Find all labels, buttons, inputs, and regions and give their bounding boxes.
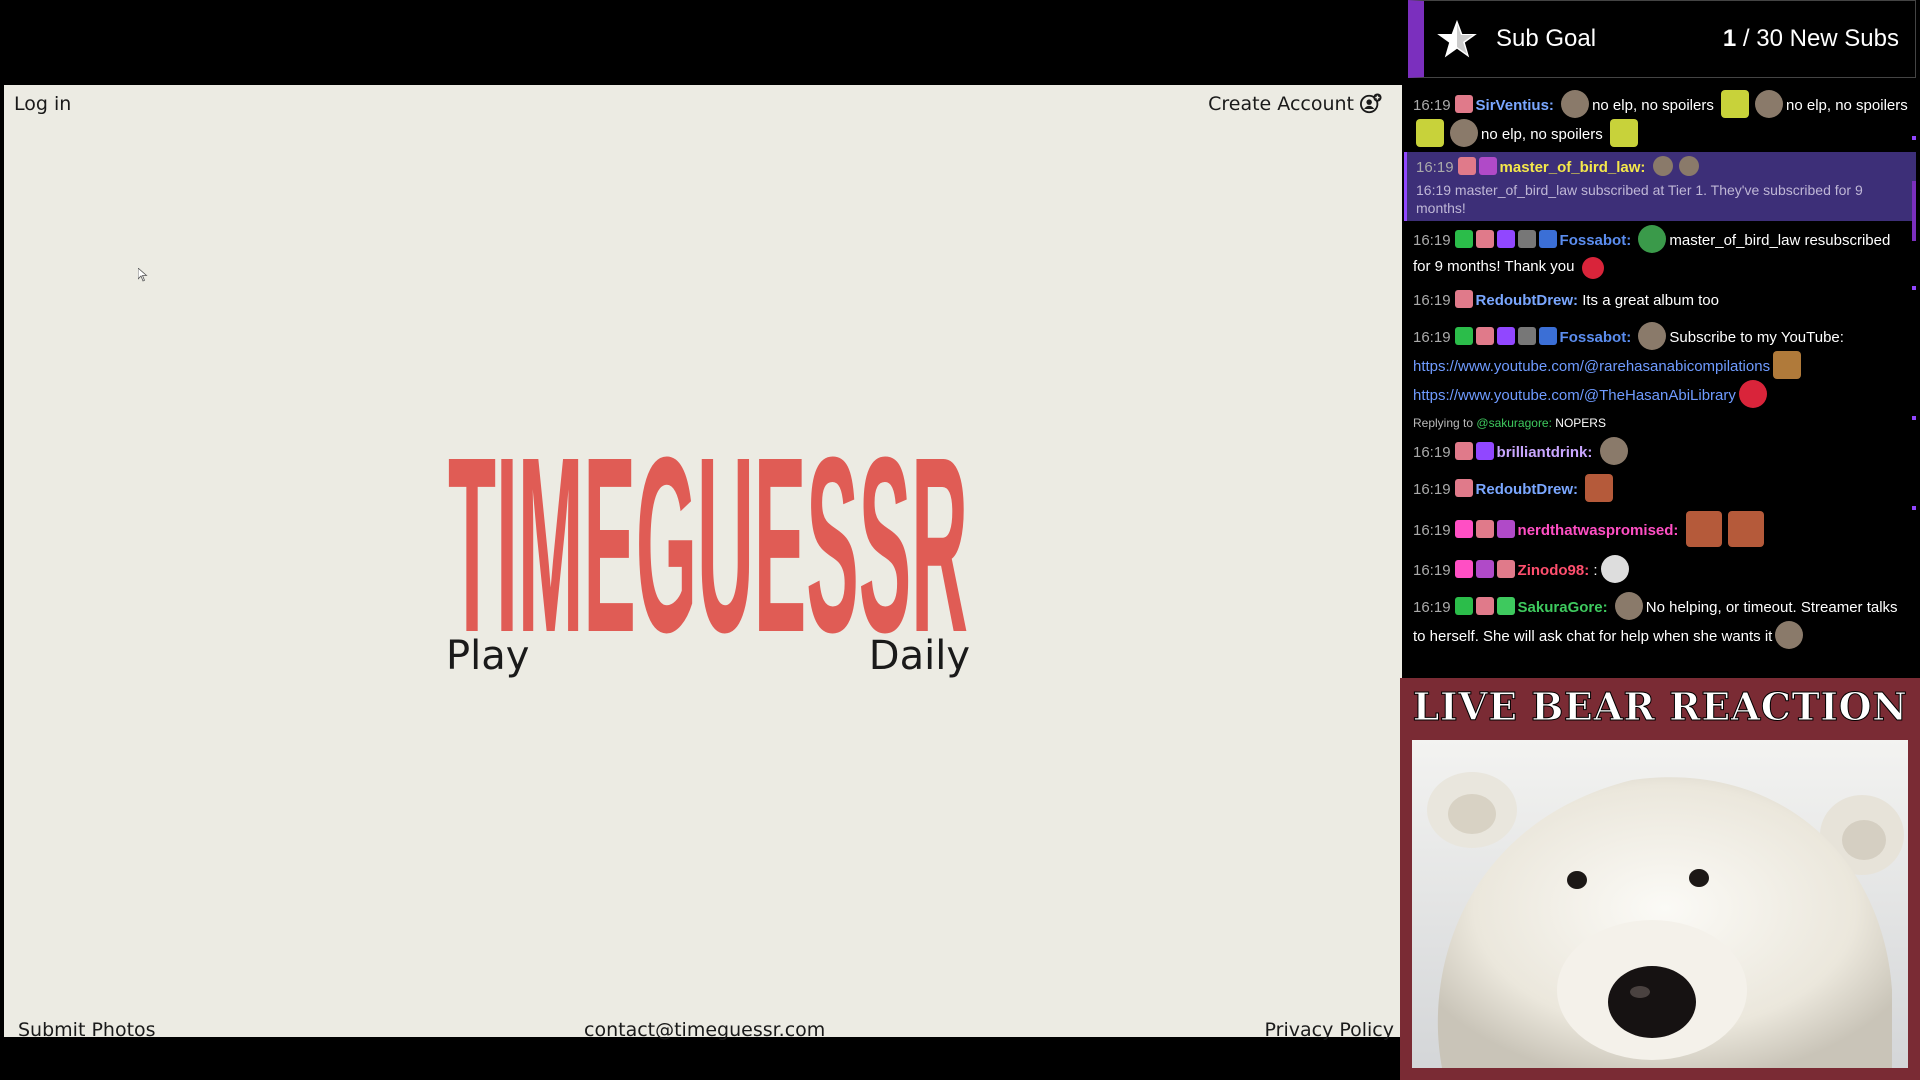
chat-username[interactable]: Fossabot:	[1560, 329, 1632, 346]
pepe-emote-icon	[1600, 555, 1629, 583]
sub-badge-icon	[1454, 442, 1473, 460]
polar-bear-image	[1412, 740, 1908, 1068]
logo: TIMEGUESSR	[446, 443, 970, 636]
chat-username[interactable]: RedoubtDrew:	[1476, 481, 1579, 498]
chat-username[interactable]: Zinodo98:	[1518, 562, 1590, 579]
chat-message: 16:19 brilliantdrink:	[1404, 433, 1916, 470]
face-emote-icon	[1685, 511, 1722, 547]
chat-username[interactable]: brilliantdrink:	[1497, 444, 1593, 461]
daily-button[interactable]: Daily	[869, 633, 970, 679]
sub-badge-icon	[1454, 479, 1473, 497]
chat-link[interactable]: https://www.youtube.com/@TheHasanAbiLibr…	[1413, 387, 1736, 404]
chat-message: 16:19 Fossabot: master_of_bird_law resubs…	[1404, 221, 1916, 284]
dog-emote-icon	[1773, 351, 1802, 379]
logo-text: TIMEGUESSR	[448, 443, 968, 636]
chat-username[interactable]: RedoubtDrew:	[1476, 292, 1579, 309]
star-icon	[1432, 14, 1482, 63]
subscription-notice: 16:19 master_of_bird_law subscribed at T…	[1416, 182, 1863, 216]
gift-badge-icon	[1475, 442, 1494, 460]
bear-emote-icon	[1678, 156, 1699, 176]
chat-username[interactable]: nerdthatwaspromised:	[1518, 522, 1679, 539]
bear-emote-icon	[1755, 90, 1783, 118]
heart-badge-icon	[1454, 560, 1473, 578]
sub-badge-icon	[1457, 157, 1476, 175]
bear-emote-icon	[1775, 621, 1804, 649]
chat-username[interactable]: SirVentius:	[1476, 97, 1554, 114]
gear-icon	[1517, 230, 1536, 248]
crown-badge-icon	[1538, 230, 1557, 248]
create-account-link[interactable]: Create Account	[1208, 93, 1382, 115]
chat-username[interactable]: SakuraGore:	[1518, 599, 1608, 616]
bear-emote-icon	[1561, 90, 1590, 118]
sub-badge-icon	[1496, 560, 1515, 578]
chat-message: 16:19 RedoubtDrew: Its a great album too	[1413, 290, 1719, 309]
privacy-policy-link[interactable]: Privacy Policy	[1265, 1019, 1394, 1041]
chat-message: 16:19 SirVentius: no elp, no spoilers no …	[1404, 86, 1916, 152]
create-account-label: Create Account	[1208, 93, 1354, 115]
sub-badge-icon	[1475, 597, 1494, 615]
bear-emote-icon	[1652, 156, 1673, 176]
tier-badge-icon	[1478, 157, 1497, 175]
founder-badge-icon	[1475, 560, 1494, 578]
sub-goal-widget: Sub Goal 1 / 30 New Subs	[1408, 0, 1916, 78]
chat-message: 16:19 SakuraGore: No helping, or timeout.…	[1404, 588, 1916, 654]
heart-emote-icon	[1581, 257, 1604, 279]
elf-emote-icon	[1416, 119, 1444, 147]
heart-emote-icon	[1738, 380, 1767, 408]
bear-emote-icon	[1614, 592, 1643, 620]
timeguessr-page: Log in Create Account TIMEGUESSR Play Da…	[4, 85, 1402, 1041]
crown-badge-icon	[1538, 327, 1557, 345]
gift-badge-icon	[1496, 597, 1515, 615]
chat-panel: 16:19 SirVentius: no elp, no spoilers no …	[1404, 86, 1916, 676]
mod-badge-icon	[1454, 327, 1473, 345]
mouse-cursor-icon	[138, 268, 148, 282]
tier-badge-icon	[1496, 520, 1515, 538]
bear-emote-icon	[1638, 322, 1667, 350]
gear-icon	[1517, 327, 1536, 345]
chat-message-subscription: 16:19 master_of_bird_law: 16:19 master_of…	[1404, 152, 1916, 221]
chat-username[interactable]: Fossabot:	[1560, 232, 1632, 249]
bear-cam-title: LIVE BEAR REACTION	[1412, 684, 1908, 730]
sub-badge-icon	[1475, 230, 1494, 248]
login-link[interactable]: Log in	[14, 93, 71, 115]
sub-badge-icon	[1454, 290, 1473, 308]
bear-emote-icon	[1599, 437, 1628, 465]
sub-badge-icon	[1475, 520, 1494, 538]
elf-emote-icon	[1721, 90, 1749, 118]
chat-link[interactable]: https://www.youtube.com/@rarehasanabicom…	[1413, 358, 1770, 375]
face-emote-icon	[1727, 511, 1764, 547]
chat-message: 16:19 Fossabot: Subscribe to my YouTube: …	[1404, 318, 1916, 413]
chat-message: 16:19 nerdthatwaspromised:	[1404, 507, 1916, 551]
sub-goal-title: Sub Goal	[1496, 25, 1597, 52]
frog-emote-icon	[1638, 225, 1667, 253]
chat-scrollbar[interactable]	[1910, 86, 1916, 676]
chat-username[interactable]: master_of_bird_law:	[1500, 159, 1646, 176]
add-user-icon	[1360, 93, 1382, 114]
mod-badge-icon	[1454, 230, 1473, 248]
mod-badge-icon	[1454, 597, 1473, 615]
verified-badge-icon	[1496, 327, 1515, 345]
submit-photos-link[interactable]: Submit Photos	[18, 1019, 156, 1041]
reply-context: Replying to @sakuragore: NOPERS	[1413, 416, 1606, 430]
sub-badge-icon	[1454, 95, 1473, 113]
bear-cam-overlay: LIVE BEAR REACTION	[1400, 678, 1920, 1080]
chat-message: 16:19 RedoubtDrew:	[1404, 470, 1916, 507]
heart-badge-icon	[1454, 520, 1473, 538]
play-button[interactable]: Play	[446, 633, 529, 679]
sub-badge-icon	[1475, 327, 1494, 345]
verified-badge-icon	[1496, 230, 1515, 248]
sub-goal-count: 1 / 30 New Subs	[1722, 25, 1899, 52]
chat-message: 16:19 Zinodo98: :	[1404, 551, 1916, 588]
contact-email-link[interactable]: contact@timeguessr.com	[584, 1019, 825, 1041]
elf-emote-icon	[1609, 119, 1638, 147]
bear-emote-icon	[1450, 119, 1478, 147]
face-emote-icon	[1585, 474, 1614, 502]
